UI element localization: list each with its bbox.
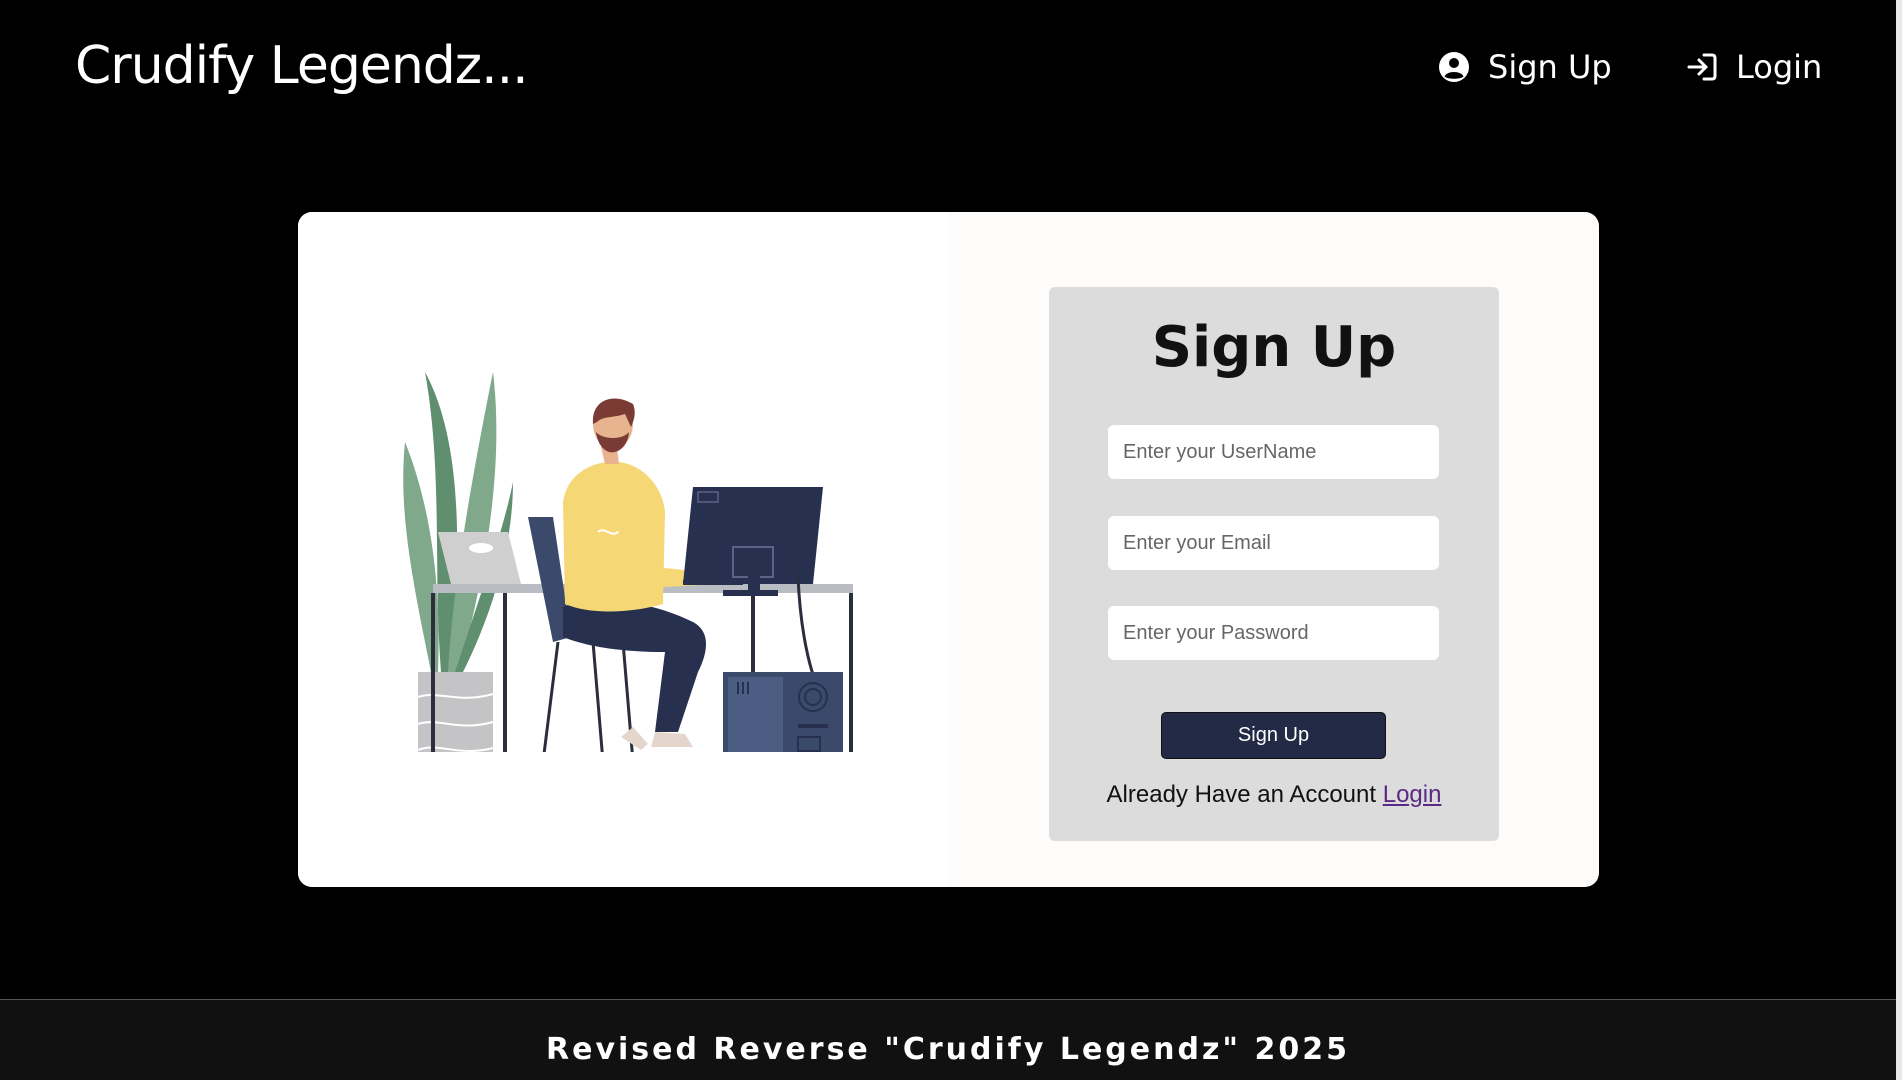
already-account-text: Already Have an Account	[1106, 781, 1383, 808]
already-account-line: Already Have an Account Login	[1049, 781, 1499, 809]
page-scrollbar[interactable]	[1896, 0, 1902, 1080]
brand-title[interactable]: Crudify Legendz...	[75, 36, 529, 96]
user-circle-icon	[1439, 52, 1469, 82]
navbar: Crudify Legendz... Sign Up Login	[0, 0, 1902, 140]
password-input[interactable]	[1108, 606, 1439, 660]
nav-signup-link[interactable]: Sign Up	[1438, 48, 1612, 86]
nav-login-link[interactable]: Login	[1686, 48, 1822, 86]
signup-submit-button[interactable]: Sign Up	[1161, 712, 1386, 759]
login-arrow-icon	[1687, 53, 1717, 81]
person-at-desk-illustration	[403, 372, 853, 752]
nav-login-label: Login	[1736, 48, 1823, 86]
form-title: Sign Up	[1151, 315, 1397, 380]
login-link[interactable]: Login	[1383, 781, 1442, 808]
username-input[interactable]	[1108, 425, 1439, 479]
footer: Revised Reverse "Crudify Legendz" 2025	[0, 999, 1896, 1080]
signup-form: Sign Up Sign Up Already Have an Account …	[1049, 287, 1499, 841]
footer-text: Revised Reverse "Crudify Legendz" 2025	[546, 1032, 1350, 1067]
illustration-panel	[298, 212, 948, 887]
signup-card: Sign Up Sign Up Already Have an Account …	[298, 212, 1599, 887]
email-input[interactable]	[1108, 516, 1439, 570]
nav-signup-label: Sign Up	[1488, 48, 1612, 86]
